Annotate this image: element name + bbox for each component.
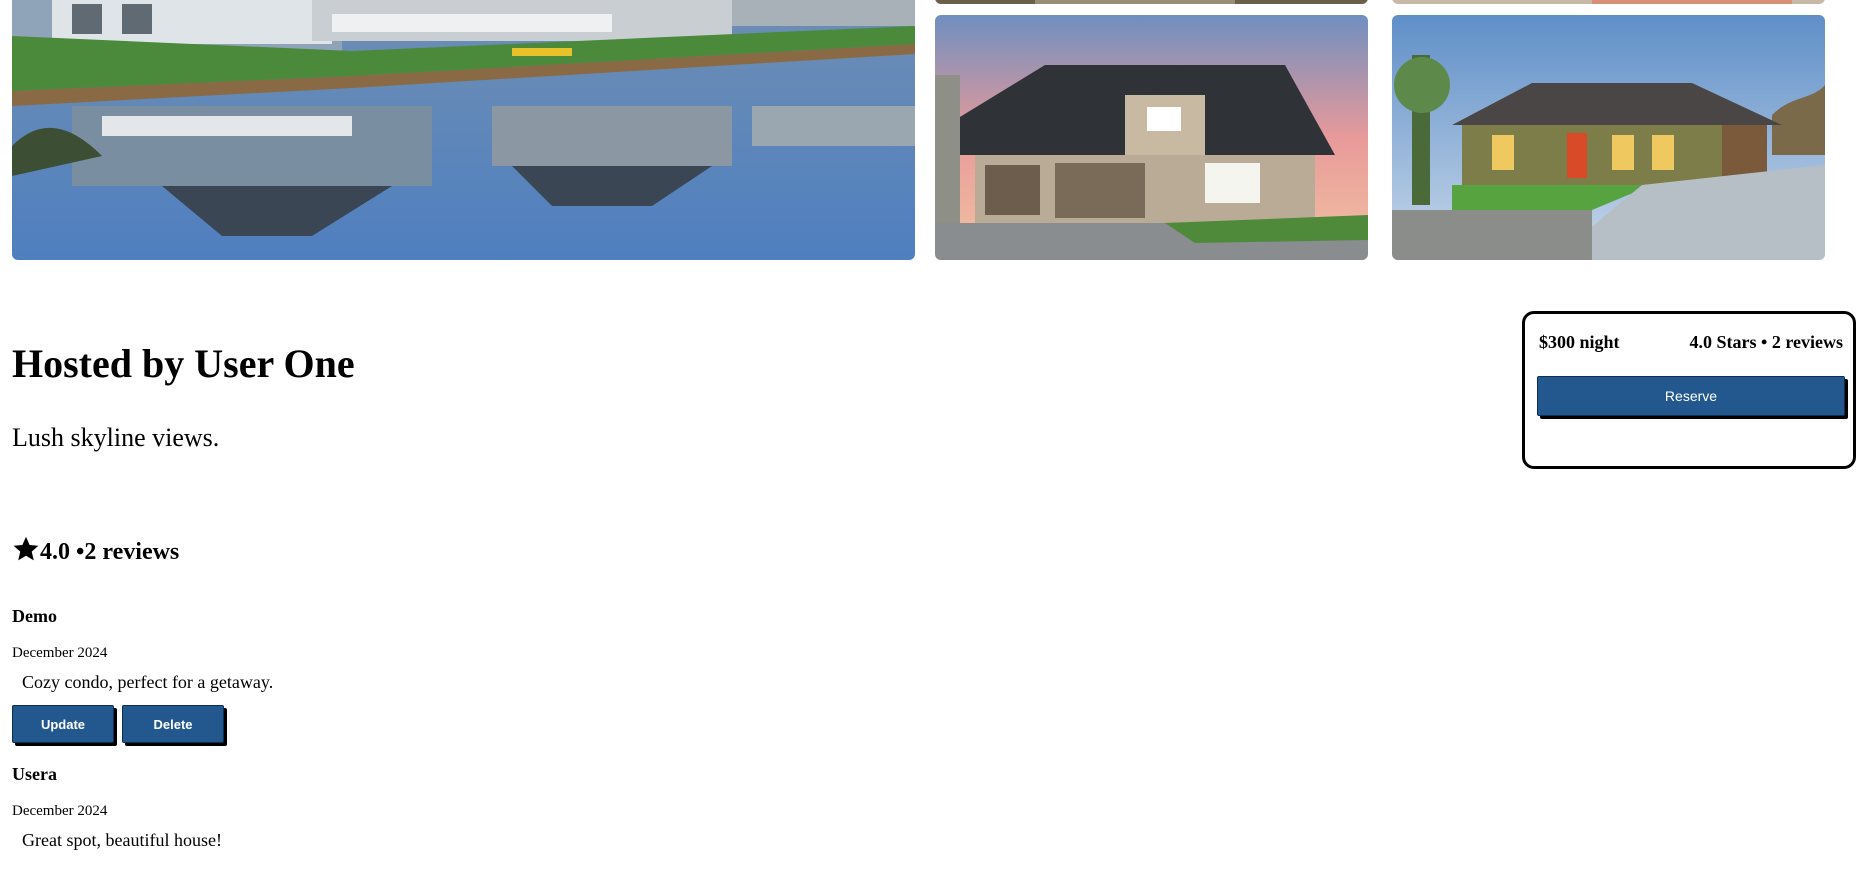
review-date: December 2024 bbox=[12, 645, 108, 661]
reserve-button[interactable]: Reserve bbox=[1537, 376, 1845, 416]
review-author: Demo bbox=[12, 606, 57, 626]
price-per-night: $300 night bbox=[1539, 332, 1620, 352]
reviews-summary-text: 4.0 •2 reviews bbox=[40, 539, 180, 565]
main-listing-photo bbox=[12, 0, 915, 260]
review-text: Cozy condo, perfect for a getaway. bbox=[22, 672, 274, 692]
gallery-photo-bottom-left bbox=[935, 15, 1368, 260]
gallery-photo-top-left bbox=[935, 0, 1368, 4]
star-icon bbox=[12, 535, 40, 570]
review-text: Great spot, beautiful house! bbox=[22, 830, 222, 850]
listing-description: Lush skyline views. bbox=[12, 423, 220, 452]
review-author: Usera bbox=[12, 764, 57, 784]
gallery-photo-top-right bbox=[1392, 0, 1825, 4]
delete-review-button[interactable]: Delete bbox=[122, 705, 224, 743]
gallery-photo-bottom-right bbox=[1392, 15, 1825, 260]
update-review-button[interactable]: Update bbox=[12, 705, 114, 743]
booking-rating-summary: 4.0 Stars • 2 reviews bbox=[1689, 332, 1843, 352]
reviews-summary: 4.0 •2 reviews bbox=[12, 535, 179, 570]
host-title: Hosted by User One bbox=[12, 341, 355, 386]
review-date: December 2024 bbox=[12, 803, 108, 819]
booking-card: $300 night 4.0 Stars • 2 reviews Reserve bbox=[1522, 311, 1856, 469]
